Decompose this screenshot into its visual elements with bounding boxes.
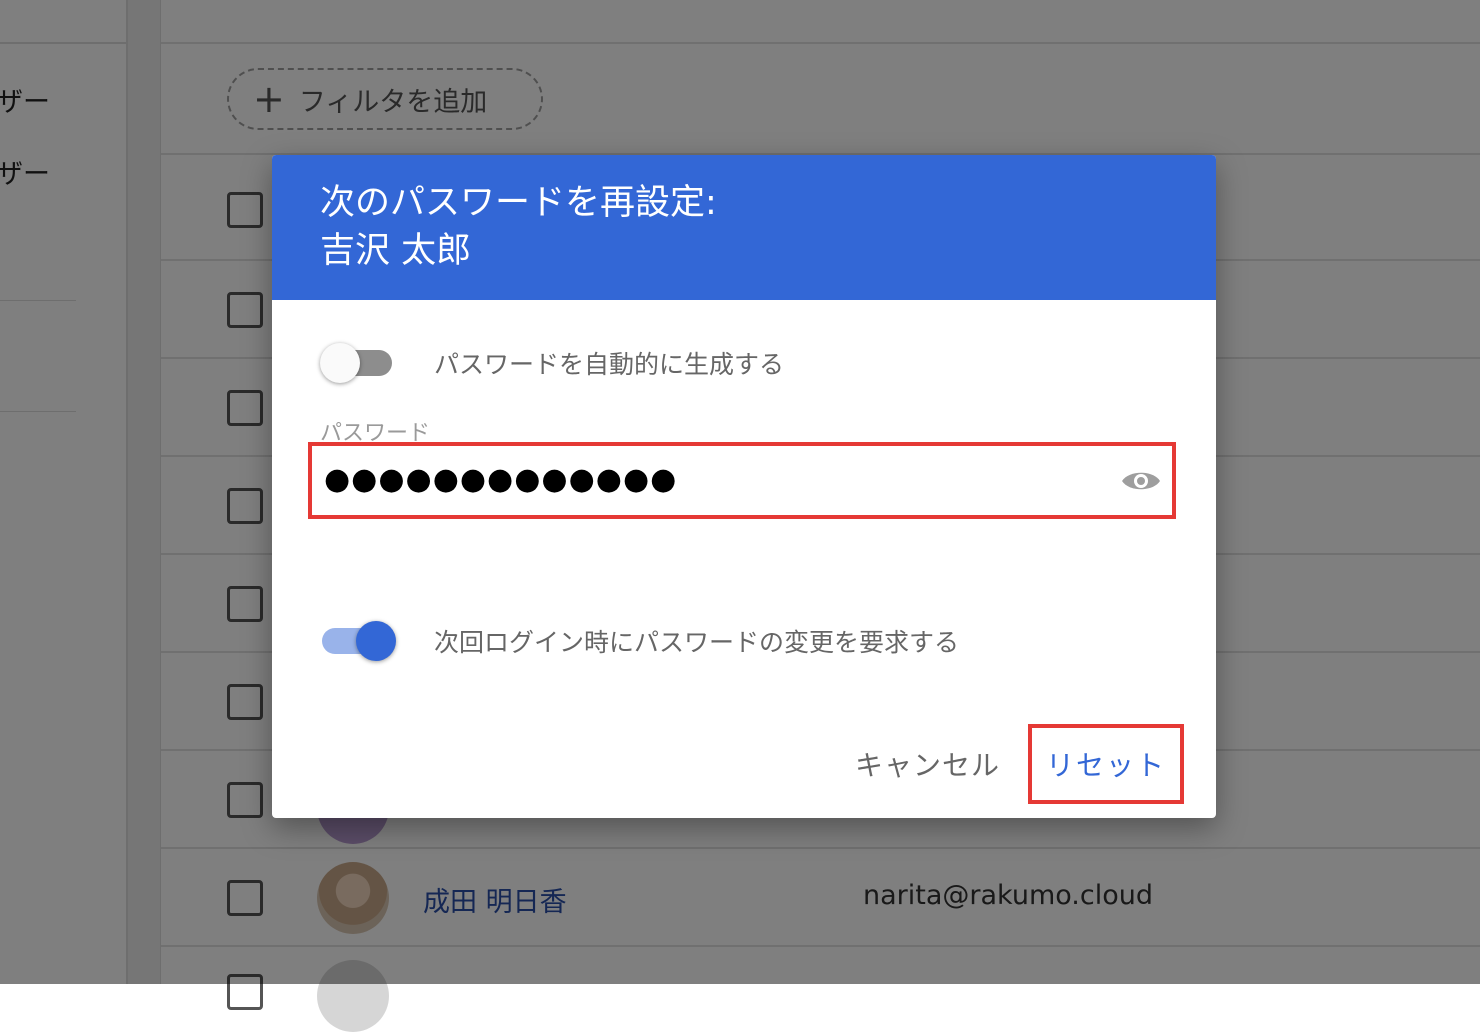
password-input[interactable]: ●●●●●●●●●●●●● xyxy=(308,442,1176,519)
password-value: ●●●●●●●●●●●●● xyxy=(324,462,678,497)
auto-generate-label: パスワードを自動的に生成する xyxy=(434,350,785,379)
require-change-row: 次回ログイン時にパスワードの変更を要求する xyxy=(320,620,959,662)
require-change-label: 次回ログイン時にパスワードの変更を要求する xyxy=(434,628,960,657)
eye-icon[interactable] xyxy=(1120,466,1162,496)
auto-generate-toggle[interactable] xyxy=(320,342,396,384)
cancel-button[interactable]: キャンセル xyxy=(827,744,1028,784)
require-change-toggle[interactable] xyxy=(320,620,396,662)
reset-password-dialog: 次のパスワードを再設定: 吉沢 太郎 パスワードを自動的に生成する パスワード … xyxy=(272,155,1216,818)
reset-button[interactable]: リセット xyxy=(1028,724,1184,804)
dialog-actions: キャンセル リセット xyxy=(827,724,1184,804)
dialog-header: 次のパスワードを再設定: 吉沢 太郎 xyxy=(272,155,1216,300)
auto-generate-row: パスワードを自動的に生成する xyxy=(320,342,784,384)
dialog-title: 次のパスワードを再設定: xyxy=(320,183,717,223)
dialog-user-name: 吉沢 太郎 xyxy=(320,231,472,271)
